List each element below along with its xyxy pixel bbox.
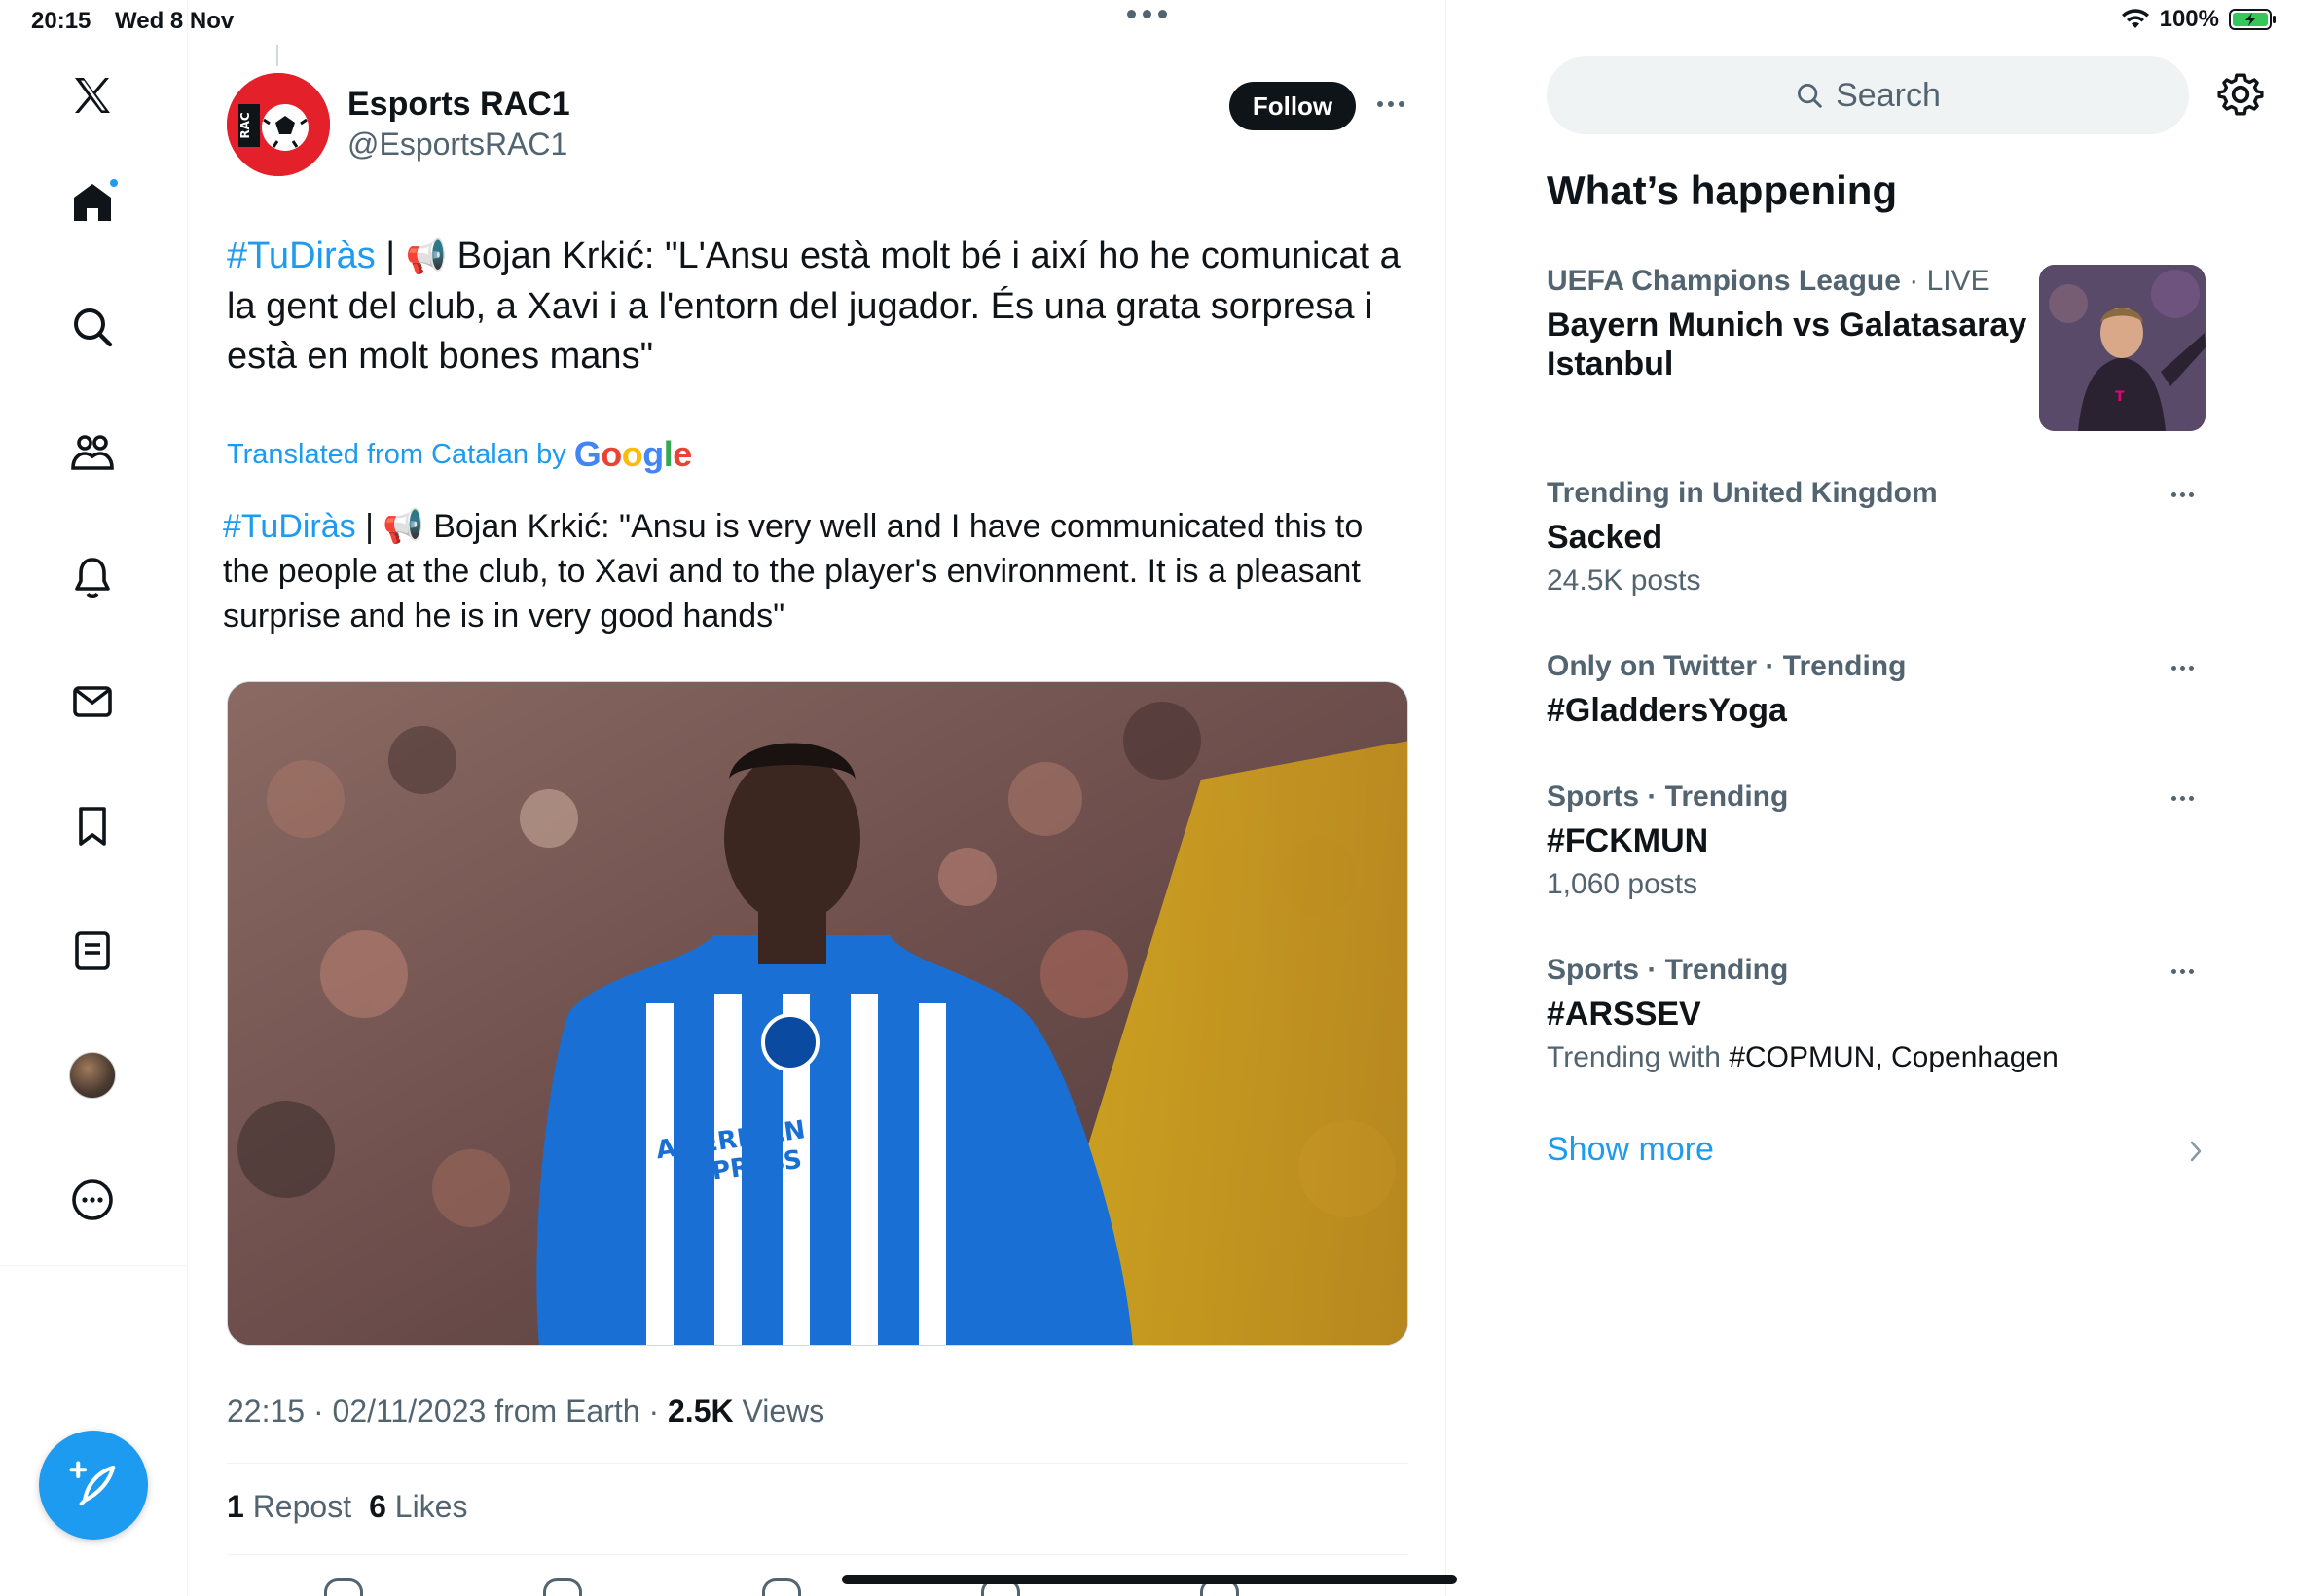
bookmarks-icon[interactable] [65, 799, 120, 853]
reposts-label: Repost [243, 1489, 352, 1524]
trend-title: #FCKMUN [1547, 822, 1709, 859]
notifications-icon[interactable] [65, 550, 120, 604]
trend-title: Sacked [1547, 519, 1663, 556]
engagement-stats: 1 Repost 6 Likes [227, 1489, 467, 1525]
left-navigation [0, 0, 188, 1596]
views-count: 2.5K [668, 1394, 734, 1429]
trend-category: Sports · Trending [1547, 780, 1789, 813]
hashtag-link[interactable]: #TuDiràs [227, 236, 376, 276]
reply-icon[interactable] [324, 1578, 363, 1596]
trend-related-prefix: Trending with [1547, 1041, 1730, 1073]
author-name[interactable]: Esports RAC1 [347, 86, 570, 124]
reposts-stat[interactable]: 1 Repost [227, 1489, 351, 1525]
notification-dot [108, 177, 120, 189]
trend-category: UEFA Champions League [1547, 265, 1901, 297]
google-logo-icon: Google [573, 434, 693, 474]
section-title: What’s happening [1547, 167, 1898, 213]
trend-category: Trending in United Kingdom [1547, 477, 1938, 509]
trend-item[interactable]: Trending in United Kingdom Sacked 24.5K … [1547, 477, 2228, 598]
translated-text: Translated from Catalan by [227, 438, 566, 470]
megaphone-icon: 📢 [383, 508, 424, 545]
thread-line [276, 45, 278, 66]
svg-text:T: T [2115, 389, 2125, 405]
tweet-photo[interactable]: AMERICAN EXPRESS [227, 681, 1408, 1346]
trend-category: Sports · Trending [1547, 954, 1789, 986]
megaphone-icon: 📢 [405, 238, 448, 275]
trend-post-count: 1,060 posts [1547, 868, 1698, 900]
trend-item[interactable]: UEFA Champions League · LIVE Bayern Muni… [1547, 265, 2053, 383]
likes-stat[interactable]: 6 Likes [369, 1489, 467, 1525]
trend-item[interactable]: Only on Twitter · Trending #GladdersYoga [1547, 650, 2228, 730]
translation-separator: | [355, 508, 383, 545]
trend-related: Trending with #COPMUN, Copenhagen [1547, 1041, 2228, 1074]
trend-more-icon[interactable] [2171, 961, 2210, 981]
translation-hashtag-link[interactable]: #TuDiràs [223, 508, 356, 545]
reposts-count: 1 [227, 1489, 244, 1524]
profile-avatar[interactable] [65, 1048, 120, 1103]
more-icon[interactable] [65, 1173, 120, 1227]
author-handle[interactable]: @EsportsRAC1 [347, 127, 567, 163]
home-indicator[interactable] [842, 1575, 1457, 1584]
divider [227, 1554, 1408, 1555]
translated-label[interactable]: Translated from Catalan by Google [227, 434, 692, 475]
trend-item[interactable]: Sports · Trending #ARSSEV Trending with … [1547, 954, 2228, 1074]
trend-title: #GladdersYoga [1547, 692, 1787, 729]
x-logo-icon[interactable] [65, 68, 120, 123]
trend-more-icon[interactable] [2171, 485, 2210, 504]
follow-button[interactable]: Follow [1229, 82, 1356, 130]
tweet-text: #TuDiràs | 📢 Bojan Krkić: "L'Ansu està m… [227, 232, 1414, 381]
search-icon[interactable] [65, 300, 120, 354]
chevron-right-icon[interactable] [2186, 1137, 2206, 1166]
like-icon[interactable] [762, 1578, 801, 1596]
compose-icon [69, 1461, 116, 1506]
tweet-meta: 22:15 · 02/11/2023 from Earth · 2.5K Vie… [227, 1394, 824, 1430]
svg-text:RAC: RAC [238, 112, 252, 139]
compose-button[interactable] [39, 1431, 148, 1540]
likes-count: 6 [369, 1489, 386, 1524]
messages-icon[interactable] [65, 674, 120, 729]
views-label: Views [733, 1394, 825, 1429]
nav-divider [0, 1265, 188, 1266]
search-icon [1798, 84, 1822, 108]
trend-title: Bayern Munich vs Galatasaray Istanbul [1547, 307, 2027, 382]
trend-item[interactable]: Sports · Trending #FCKMUN 1,060 posts [1547, 780, 2228, 901]
divider [227, 1463, 1408, 1464]
tweet-detail: RAC Esports RAC1 @EsportsRAC1 Follow #Tu… [188, 0, 1446, 1596]
lists-icon[interactable] [65, 924, 120, 978]
trend-more-icon[interactable] [2171, 788, 2210, 808]
author-avatar[interactable]: RAC [227, 73, 330, 176]
home-icon[interactable] [65, 175, 120, 230]
trend-title: #ARSSEV [1547, 996, 1701, 1033]
trend-context: · LIVE [1900, 265, 1990, 297]
show-more-link[interactable]: Show more [1547, 1131, 1714, 1169]
communities-icon[interactable] [65, 425, 120, 480]
translation-text: #TuDiràs | 📢 Bojan Krkić: "Ansu is very … [223, 504, 1410, 638]
likes-label: Likes [385, 1489, 468, 1524]
trend-related-tags[interactable]: #COPMUN, Copenhagen [1729, 1041, 2059, 1073]
gear-icon[interactable] [2216, 70, 2265, 119]
repost-icon[interactable] [543, 1578, 582, 1596]
trend-more-icon[interactable] [2171, 658, 2210, 677]
trend-category: Only on Twitter · Trending [1547, 650, 1907, 682]
trend-post-count: 24.5K posts [1547, 564, 1701, 597]
tweet-more-icon[interactable] [1371, 90, 1410, 119]
trend-thumbnail[interactable]: T [2039, 265, 2206, 431]
search-input[interactable]: Search [1547, 56, 2189, 134]
search-placeholder: Search [1836, 76, 1941, 114]
tweet-timestamp[interactable]: 22:15 · 02/11/2023 from Earth · [227, 1394, 668, 1429]
text-separator: | [375, 236, 406, 276]
right-sidebar: Search What’s happening UEFA Champions L… [1446, 0, 2297, 1596]
